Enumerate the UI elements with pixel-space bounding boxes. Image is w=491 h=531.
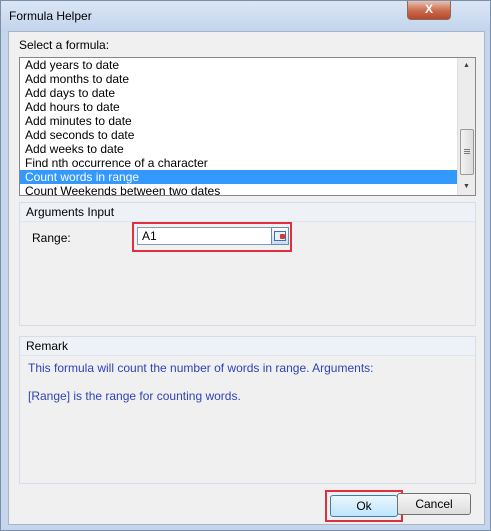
list-item-add-minutes[interactable]: Add minutes to date <box>20 114 457 128</box>
list-item-count-weekends[interactable]: Count Weekends between two dates <box>20 184 457 195</box>
remark-group-title: Remark <box>26 339 69 353</box>
remark-line-1: This formula will count the number of wo… <box>28 361 374 375</box>
list-item-add-years[interactable]: Add years to date <box>20 58 457 72</box>
window-title: Formula Helper <box>9 9 92 23</box>
title-bar[interactable]: Formula Helper X <box>1 1 490 31</box>
select-formula-label: Select a formula: <box>19 38 110 52</box>
list-item-find-nth-occurrence[interactable]: Find nth occurrence of a character <box>20 156 457 170</box>
formula-listbox[interactable]: Add years to date Add months to date Add… <box>19 57 476 196</box>
list-item-add-hours[interactable]: Add hours to date <box>20 100 457 114</box>
list-item-add-seconds[interactable]: Add seconds to date <box>20 128 457 142</box>
range-highlight-box <box>132 222 292 252</box>
ok-button[interactable]: Ok <box>330 495 398 517</box>
range-select-icon[interactable] <box>271 227 289 245</box>
cancel-button[interactable]: Cancel <box>397 493 471 515</box>
scroll-down-arrow-icon[interactable]: ▼ <box>458 179 475 195</box>
scroll-up-arrow-icon[interactable]: ▲ <box>458 58 475 74</box>
formula-list-items: Add years to date Add months to date Add… <box>20 58 457 195</box>
formula-helper-window: Formula Helper X Select a formula: Add y… <box>0 0 491 531</box>
arguments-group-title: Arguments Input <box>26 205 115 219</box>
remark-group-header: Remark <box>20 337 475 356</box>
picker-marker-shape <box>280 234 285 239</box>
remark-line-2: [Range] is the range for counting words. <box>28 389 241 403</box>
thumb-grip-line <box>464 151 470 152</box>
list-item-add-months[interactable]: Add months to date <box>20 72 457 86</box>
range-input[interactable] <box>137 227 273 245</box>
list-item-add-weeks[interactable]: Add weeks to date <box>20 142 457 156</box>
range-label: Range: <box>32 231 71 245</box>
arguments-group-header: Arguments Input <box>20 203 475 222</box>
ok-highlight-box: Ok <box>325 490 403 522</box>
dialog-body: Select a formula: Add years to date Add … <box>8 31 485 525</box>
scroll-thumb[interactable] <box>460 129 474 175</box>
arguments-input-group: Arguments Input Range: <box>19 202 476 326</box>
list-item-add-days[interactable]: Add days to date <box>20 86 457 100</box>
list-scrollbar[interactable]: ▲ ▼ <box>457 58 475 195</box>
remark-group: Remark This formula will count the numbe… <box>19 336 476 484</box>
thumb-grip-line <box>464 153 470 154</box>
close-button[interactable]: X <box>407 1 451 20</box>
thumb-grip-line <box>464 149 470 150</box>
list-item-count-words-in-range[interactable]: Count words in range <box>20 170 457 184</box>
